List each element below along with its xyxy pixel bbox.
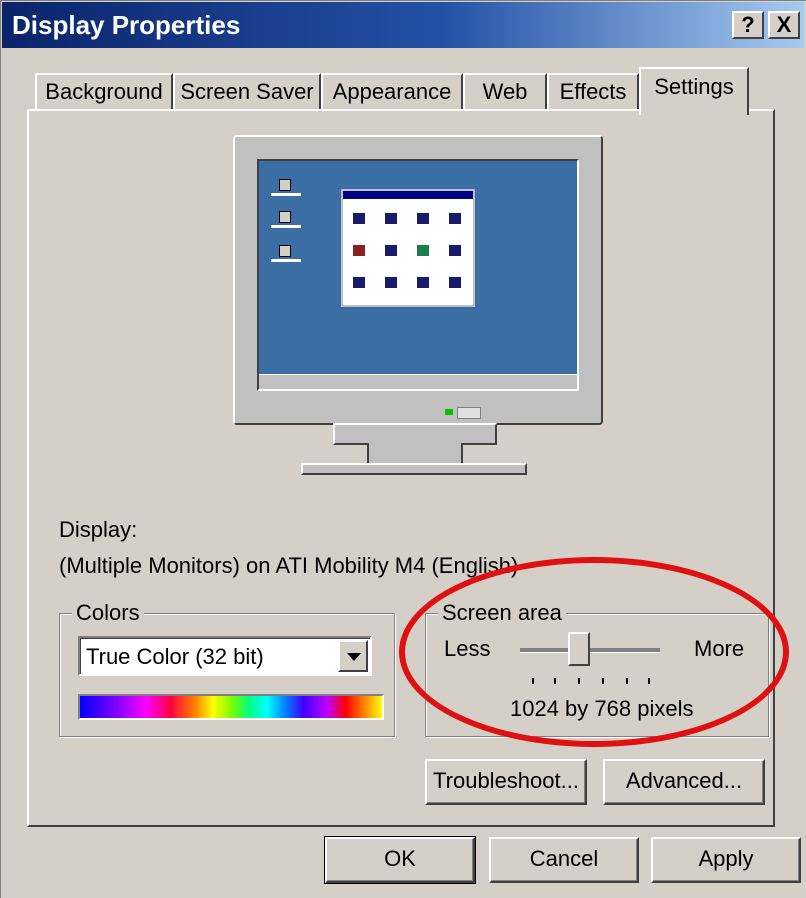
apply-button[interactable]: Apply <box>651 837 801 883</box>
power-button-icon <box>457 407 481 419</box>
troubleshoot-button[interactable]: Troubleshoot... <box>425 759 587 805</box>
display-properties-window: Display Properties ? X Background Screen… <box>0 0 806 898</box>
preview-icon <box>417 213 429 224</box>
slider-tick <box>532 678 534 684</box>
title-bar[interactable]: Display Properties ? X <box>2 2 804 48</box>
close-button[interactable]: X <box>768 11 800 39</box>
monitor-preview <box>233 135 603 425</box>
help-button[interactable]: ? <box>732 11 764 39</box>
preview-icon <box>385 277 397 288</box>
screen-area-group-title: Screen area <box>438 600 566 626</box>
advanced-button[interactable]: Advanced... <box>603 759 765 805</box>
preview-icon <box>353 213 365 224</box>
preview-icon <box>385 245 397 256</box>
preview-icon <box>353 245 365 256</box>
preview-taskbar <box>259 374 577 389</box>
colors-select[interactable]: True Color (32 bit) <box>78 636 372 676</box>
slider-tick <box>602 678 604 684</box>
color-spectrum <box>78 694 384 720</box>
preview-icon <box>417 245 429 256</box>
desktop-icon <box>279 245 291 257</box>
preview-icon <box>417 277 429 288</box>
tab-background[interactable]: Background <box>35 73 173 113</box>
desktop-preview <box>257 159 579 391</box>
tab-screen-saver[interactable]: Screen Saver <box>173 73 321 113</box>
tab-effects[interactable]: Effects <box>547 73 639 113</box>
preview-icon <box>449 245 461 256</box>
resolution-slider-track[interactable] <box>520 648 660 653</box>
monitor-neck <box>333 423 497 445</box>
desktop-icon <box>279 179 291 191</box>
tab-settings[interactable]: Settings <box>639 67 749 115</box>
chevron-down-icon[interactable] <box>338 640 368 672</box>
preview-window <box>341 189 475 307</box>
preview-icon <box>385 213 397 224</box>
window-title: Display Properties <box>12 10 241 40</box>
display-label: Display: <box>59 517 138 542</box>
colors-group: Colors True Color (32 bit) <box>59 600 395 737</box>
screen-area-group: Screen area Less More 1024 by 768 pixels <box>425 600 769 737</box>
power-led-icon <box>445 409 453 415</box>
display-value: (Multiple Monitors) on ATI Mobility M4 (… <box>59 553 519 578</box>
preview-window-titlebar <box>343 191 473 199</box>
tab-appearance[interactable]: Appearance <box>321 73 463 113</box>
desktop-icon-label <box>271 225 301 228</box>
slider-tick <box>626 678 628 684</box>
tab-web[interactable]: Web <box>463 73 547 113</box>
more-label: More <box>694 636 745 661</box>
colors-group-title: Colors <box>72 600 144 626</box>
desktop-icon-label <box>271 259 301 262</box>
preview-icon <box>449 213 461 224</box>
colors-select-value: True Color (32 bit) <box>86 644 264 669</box>
desktop-icon-label <box>271 193 301 196</box>
monitor-stem <box>367 443 463 465</box>
cancel-button[interactable]: Cancel <box>489 837 639 883</box>
ok-button[interactable]: OK <box>324 836 476 884</box>
slider-tick <box>554 678 556 684</box>
resolution-text: 1024 by 768 pixels <box>510 696 694 721</box>
slider-tick <box>578 678 580 684</box>
desktop-icon <box>279 211 291 223</box>
preview-icon <box>353 277 365 288</box>
monitor-base <box>301 463 527 475</box>
slider-tick <box>648 678 650 684</box>
less-label: Less <box>444 636 491 661</box>
preview-icon <box>449 277 461 288</box>
settings-panel: Display: (Multiple Monitors) on ATI Mobi… <box>27 109 775 827</box>
resolution-slider-thumb[interactable] <box>568 632 590 666</box>
